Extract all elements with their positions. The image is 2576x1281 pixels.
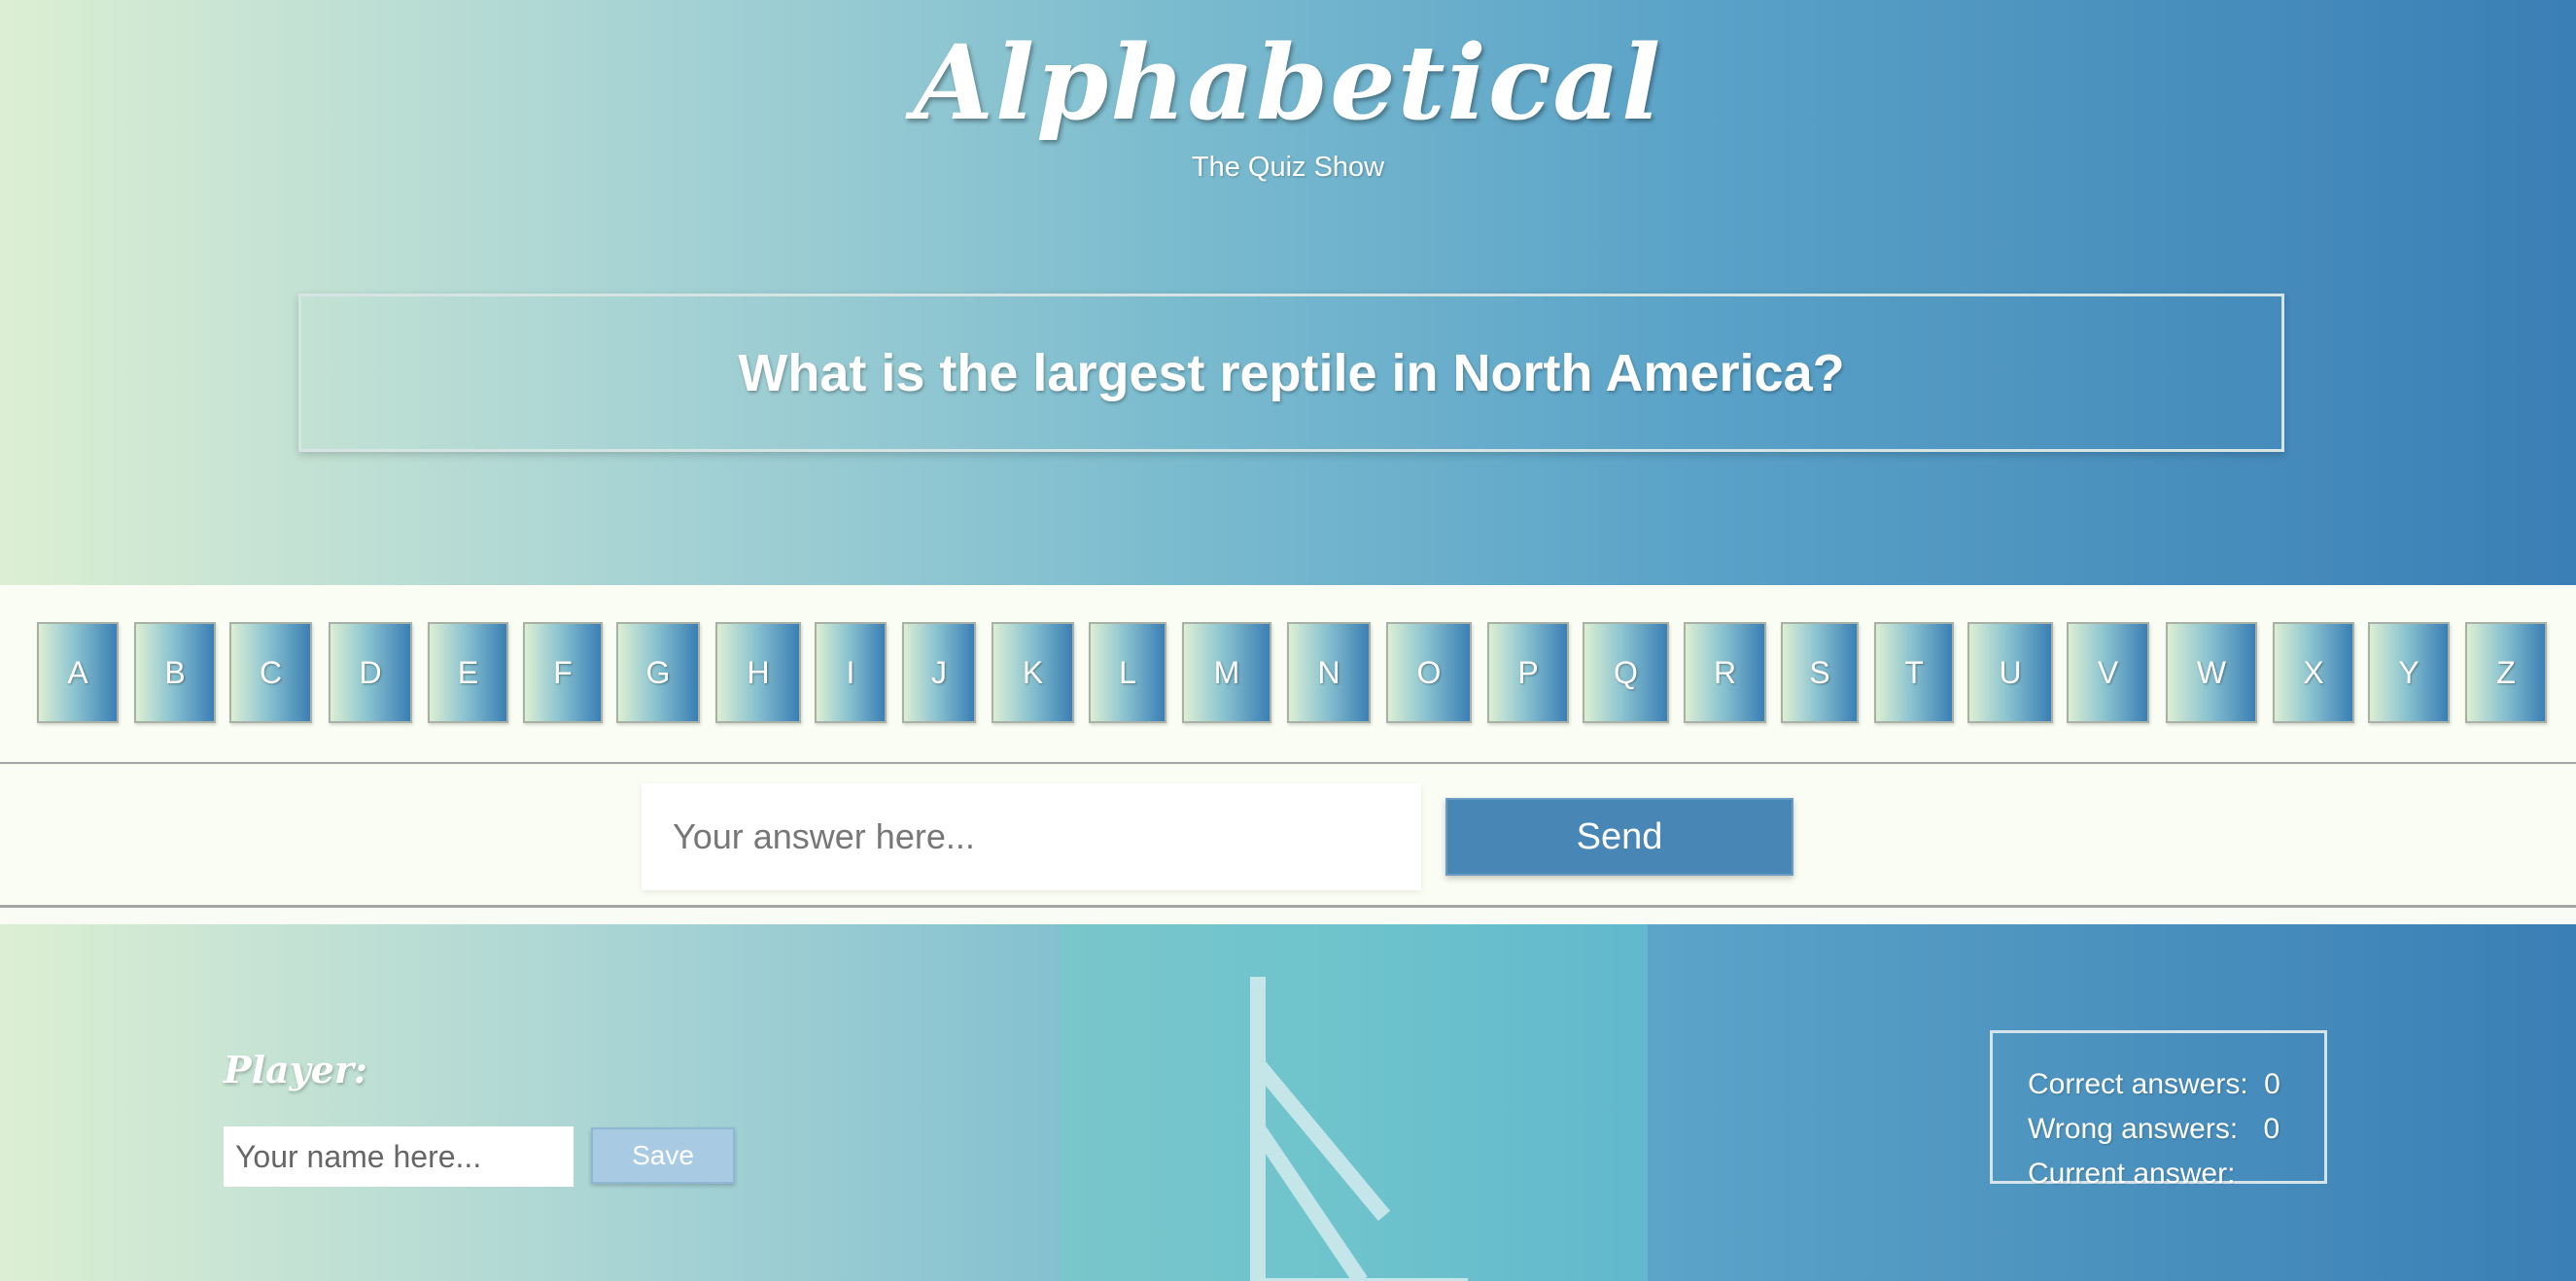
letter-button-c[interactable]: C bbox=[229, 622, 312, 723]
letter-button-l[interactable]: L bbox=[1089, 622, 1166, 723]
correct-answers-label: Correct answers: bbox=[2028, 1068, 2248, 1100]
question-box: What is the largest reptile in North Ame… bbox=[298, 294, 2284, 452]
letter-button-v[interactable]: V bbox=[2067, 622, 2149, 723]
app-subtitle: The Quiz Show bbox=[1191, 152, 1385, 183]
letter-button-r[interactable]: R bbox=[1684, 622, 1766, 723]
correct-answers-row: Correct answers: 0 bbox=[2028, 1062, 2324, 1107]
player-name-input[interactable] bbox=[224, 1126, 574, 1187]
letter-button-i[interactable]: I bbox=[815, 622, 887, 723]
letter-button-o[interactable]: O bbox=[1386, 622, 1472, 723]
current-answer-label: Current answer: bbox=[2028, 1158, 2236, 1190]
letter-button-k[interactable]: K bbox=[992, 622, 1074, 723]
current-answer-row: Current answer: bbox=[2028, 1152, 2324, 1196]
wrong-answers-row: Wrong answers: 0 bbox=[2028, 1107, 2324, 1152]
letter-button-a[interactable]: A bbox=[37, 622, 119, 723]
letter-button-s[interactable]: S bbox=[1781, 622, 1859, 723]
answer-input[interactable] bbox=[642, 783, 1421, 890]
letter-button-h[interactable]: H bbox=[715, 622, 801, 723]
letter-button-n[interactable]: N bbox=[1287, 622, 1371, 723]
letter-button-e[interactable]: E bbox=[428, 622, 508, 723]
letter-bar: A B C D E F G H I J K L M N O P Q R S T … bbox=[0, 585, 2576, 764]
letter-button-j[interactable]: J bbox=[902, 622, 976, 723]
letter-button-b[interactable]: B bbox=[134, 622, 216, 723]
header: Alphabetical The Quiz Show What is the l… bbox=[0, 0, 2576, 585]
letter-button-u[interactable]: U bbox=[1967, 622, 2053, 723]
alphabetical-logo-icon bbox=[1250, 977, 1468, 1281]
letter-button-q[interactable]: Q bbox=[1583, 622, 1669, 723]
letter-button-m[interactable]: M bbox=[1182, 622, 1271, 723]
letter-button-p[interactable]: P bbox=[1487, 622, 1569, 723]
letter-button-f[interactable]: F bbox=[523, 622, 603, 723]
letter-button-t[interactable]: T bbox=[1874, 622, 1954, 723]
app-title: Alphabetical bbox=[913, 21, 1663, 143]
letter-button-y[interactable]: Y bbox=[2368, 622, 2450, 723]
footer: Player: Save Correct answers: 0 Wrong an… bbox=[0, 924, 2576, 1281]
letter-button-d[interactable]: D bbox=[329, 622, 412, 723]
letter-button-g[interactable]: G bbox=[616, 622, 700, 723]
send-button[interactable]: Send bbox=[1445, 798, 1793, 876]
player-label: Player: bbox=[224, 1048, 367, 1091]
answer-row: Send bbox=[0, 764, 2576, 908]
letter-button-z[interactable]: Z bbox=[2465, 622, 2547, 723]
stats-box: Correct answers: 0 Wrong answers: 0 Curr… bbox=[1990, 1030, 2327, 1190]
logo-panel bbox=[1060, 924, 1648, 1281]
wrong-answers-value: 0 bbox=[2263, 1113, 2280, 1145]
correct-answers-value: 0 bbox=[2264, 1068, 2280, 1100]
wrong-answers-label: Wrong answers: bbox=[2028, 1113, 2239, 1145]
save-button[interactable]: Save bbox=[591, 1127, 735, 1184]
letter-button-w[interactable]: W bbox=[2166, 622, 2257, 723]
question-text: What is the largest reptile in North Ame… bbox=[738, 343, 1845, 402]
letter-button-x[interactable]: X bbox=[2273, 622, 2354, 723]
